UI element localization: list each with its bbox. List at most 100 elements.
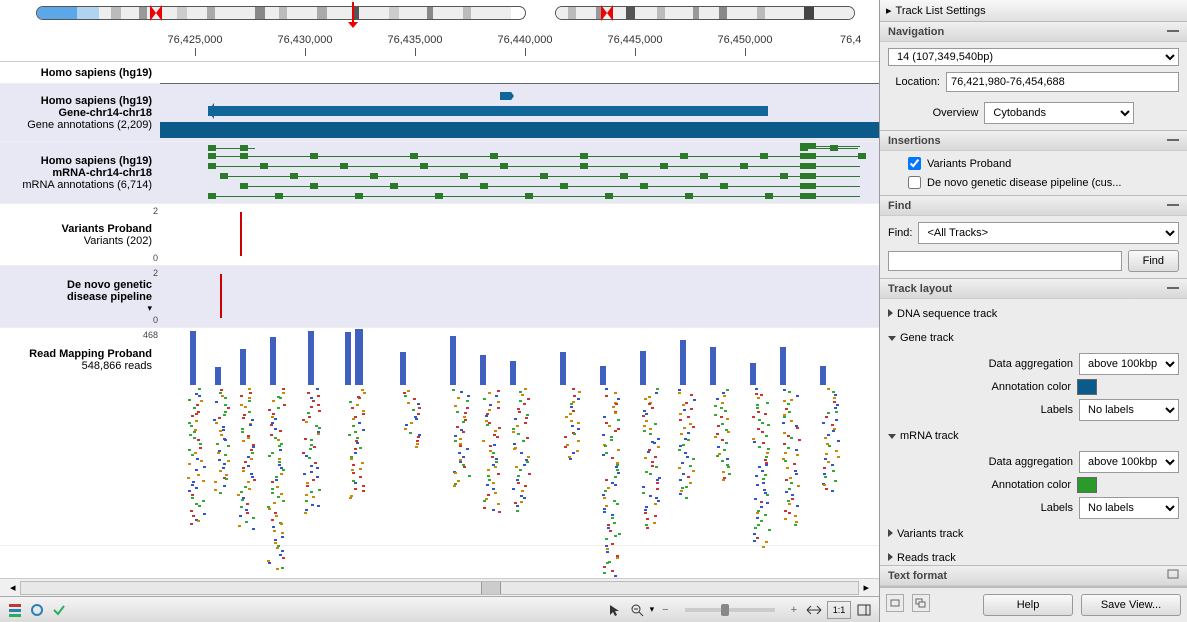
find-label: Find: xyxy=(888,227,912,239)
find-button[interactable]: Find xyxy=(1128,250,1179,272)
gene-feature xyxy=(208,106,768,116)
scroll-thumb[interactable] xyxy=(481,582,501,594)
position-marker[interactable] xyxy=(352,2,354,24)
track-denovo[interactable]: 2 De novo genetic disease pipeline ▾ 0 xyxy=(0,266,879,328)
find-input[interactable] xyxy=(888,251,1122,271)
chromosome-select[interactable]: 14 (107,349,540bp) xyxy=(888,48,1179,66)
scroll-left-icon[interactable]: ◂ xyxy=(10,581,16,594)
scroll-track[interactable] xyxy=(20,581,860,595)
gene-feature xyxy=(160,122,879,138)
expander-variants[interactable]: Variants track xyxy=(888,525,1179,543)
checkbox-label: Variants Proband xyxy=(927,158,1011,170)
tracks-area: Homo sapiens (hg19) Homo sapiens (hg19) … xyxy=(0,62,879,578)
bottom-toolbar: ▾ − + 1:1 xyxy=(0,596,879,622)
track-subtitle: mRNA-chr14-chr18 xyxy=(8,167,152,179)
overview-label: Overview xyxy=(933,107,979,119)
variant-mark xyxy=(220,274,222,318)
gene-labels-select[interactable]: No labels xyxy=(1079,399,1179,421)
expander-dna[interactable]: DNA sequence track xyxy=(888,305,1179,323)
section-title[interactable]: Navigation xyxy=(880,22,1187,42)
track-title: De novo genetic xyxy=(8,279,152,291)
insertions-checkbox-1[interactable] xyxy=(908,157,921,170)
circle-icon[interactable] xyxy=(28,601,46,619)
ruler[interactable]: 76,425,000 76,430,000 76,435,000 76,440,… xyxy=(0,30,879,62)
side-panel-header: ▸ Track List Settings xyxy=(880,0,1187,22)
text-format-section: Text format xyxy=(880,566,1187,587)
axis-max: 2 xyxy=(153,268,158,278)
ruler-tick-label: 76,425,000 xyxy=(167,34,222,46)
axis-max: 2 xyxy=(153,206,158,216)
find-track-select[interactable]: <All Tracks> xyxy=(918,222,1179,244)
section-title[interactable]: Track layout xyxy=(880,279,1187,299)
minimize-icon[interactable] xyxy=(1167,139,1179,142)
expand-arrow-icon[interactable]: ▾ xyxy=(8,303,152,314)
axis-min: 0 xyxy=(153,253,158,263)
check-icon[interactable] xyxy=(50,601,68,619)
mrna-labels-select[interactable]: No labels xyxy=(1079,497,1179,519)
ruler-tick-label: 76,445,000 xyxy=(607,34,662,46)
ideogram-chr-left[interactable] xyxy=(36,6,526,20)
zoom-slider[interactable] xyxy=(685,608,775,612)
fit-width-icon[interactable] xyxy=(805,601,823,619)
track-subtitle: disease pipeline xyxy=(8,291,152,303)
section-title[interactable]: Find xyxy=(880,196,1187,216)
track-layout-section: Track layout DNA sequence track Gene tra… xyxy=(880,279,1187,566)
side-header-title: Track List Settings xyxy=(896,5,986,17)
mrna-color-swatch[interactable] xyxy=(1077,477,1097,493)
history-back-icon[interactable] xyxy=(886,594,904,612)
track-count: Variants (202) xyxy=(8,235,152,247)
track-count: Gene annotations (2,209) xyxy=(8,119,152,131)
panel-toggle-icon[interactable] xyxy=(855,601,873,619)
location-input[interactable] xyxy=(946,72,1179,92)
mrna-aggregation-select[interactable]: above 100kbp xyxy=(1079,451,1179,473)
track-reads[interactable]: 468 Read Mapping Proband 548,866 reads xyxy=(0,328,879,546)
gene-aggregation-select[interactable]: above 100kbp xyxy=(1079,353,1179,375)
centromere-icon xyxy=(150,5,162,21)
scroll-right-icon[interactable]: ▸ xyxy=(863,581,869,594)
bottom-button-bar: Help Save View... xyxy=(880,587,1187,622)
track-title: Homo sapiens (hg19) xyxy=(8,95,152,107)
ratio-icon[interactable]: 1:1 xyxy=(827,601,851,619)
track-subtitle: Gene-chr14-chr18 xyxy=(8,107,152,119)
ideogram-chr-right[interactable] xyxy=(555,6,855,20)
expander-mrna[interactable]: mRNA track xyxy=(888,427,1179,445)
collapse-panel-icon[interactable]: ▸ xyxy=(886,4,892,17)
track-title: Homo sapiens (hg19) xyxy=(8,155,152,167)
section-title[interactable]: Insertions xyxy=(880,131,1187,151)
ruler-tick-label: 76,440,000 xyxy=(497,34,552,46)
tracks-icon[interactable] xyxy=(6,601,24,619)
minimize-icon[interactable] xyxy=(1167,30,1179,33)
zoom-out-icon[interactable] xyxy=(628,601,646,619)
track-title: Variants Proband xyxy=(8,223,152,235)
insertions-section: Insertions Variants Proband De novo gene… xyxy=(880,131,1187,196)
expander-gene[interactable]: Gene track xyxy=(888,329,1179,347)
checkbox-label: De novo genetic disease pipeline (cus... xyxy=(927,177,1121,189)
insertions-checkbox-2[interactable] xyxy=(908,176,921,189)
axis-min: 0 xyxy=(153,315,158,325)
minimize-icon[interactable] xyxy=(1167,287,1179,290)
horizontal-scrollbar[interactable]: ◂ ▸ xyxy=(0,578,879,596)
gene-color-swatch[interactable] xyxy=(1077,379,1097,395)
pointer-icon[interactable] xyxy=(606,601,624,619)
history-fwd-icon[interactable] xyxy=(912,594,930,612)
help-button[interactable]: Help xyxy=(983,594,1073,616)
zoom-slider-thumb[interactable] xyxy=(721,604,729,616)
minimize-icon[interactable] xyxy=(1167,204,1179,207)
expander-reads[interactable]: Reads track xyxy=(888,549,1179,566)
track-mrna[interactable]: Homo sapiens (hg19) mRNA-chr14-chr18 mRN… xyxy=(0,142,879,204)
overview-select[interactable]: Cytobands xyxy=(984,102,1134,124)
section-title[interactable]: Text format xyxy=(880,566,1187,586)
track-count: mRNA annotations (6,714) xyxy=(8,179,152,191)
axis-max: 468 xyxy=(143,330,158,340)
ideogram-area[interactable] xyxy=(0,0,879,30)
restore-icon[interactable] xyxy=(1167,569,1179,582)
dropdown-arrow-icon[interactable]: ▾ xyxy=(650,604,655,615)
location-label: Location: xyxy=(888,76,940,88)
ruler-tick-label: 76,450,000 xyxy=(717,34,772,46)
side-panel: ▸ Track List Settings Navigation 14 (107… xyxy=(880,0,1187,622)
track-gene[interactable]: Homo sapiens (hg19) Gene-chr14-chr18 Gen… xyxy=(0,84,879,142)
track-variants[interactable]: 2 Variants Proband Variants (202) 0 xyxy=(0,204,879,266)
save-view-button[interactable]: Save View... xyxy=(1081,594,1181,616)
ruler-tick-label: 76,4 xyxy=(840,34,861,46)
genome-browser-main: 76,425,000 76,430,000 76,435,000 76,440,… xyxy=(0,0,880,622)
